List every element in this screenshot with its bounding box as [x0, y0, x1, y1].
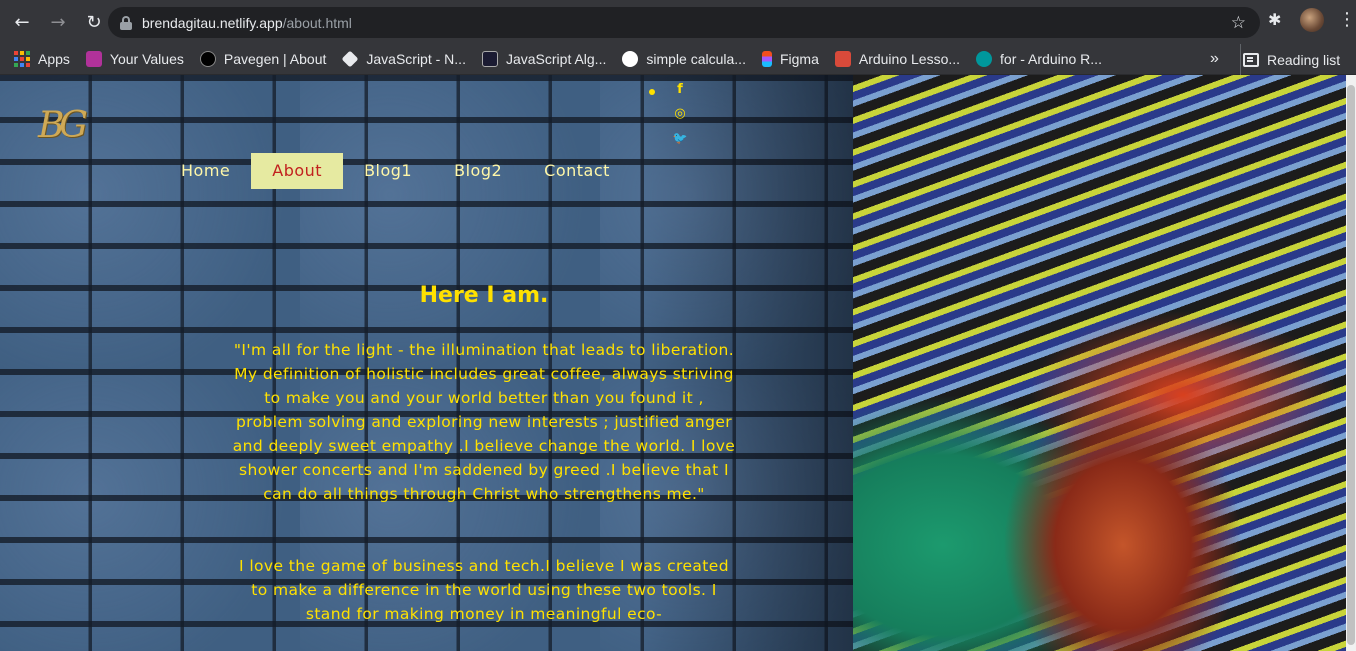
page-scrollbar[interactable]	[1346, 75, 1356, 651]
address-bar[interactable]: brendagitau.netlify.app/about.html ☆	[108, 7, 1260, 38]
page-title: Here I am.	[419, 283, 549, 308]
page-viewport: BG f ◎ 🐦 Home About Blog1 Blog2 Contact …	[0, 75, 1356, 651]
extensions-puzzle-icon[interactable]: ✱	[1268, 11, 1286, 29]
codepen-favicon-icon	[622, 51, 639, 67]
bookmark-apps[interactable]: Apps	[14, 51, 70, 67]
algo-favicon-icon	[481, 51, 498, 67]
reading-list-button[interactable]: Reading list	[1240, 44, 1340, 75]
nav-about[interactable]: About	[251, 153, 344, 189]
lock-icon[interactable]	[120, 15, 132, 30]
about-paragraph-2: I love the game of business and tech.I b…	[239, 557, 729, 623]
values-favicon-icon	[85, 51, 102, 67]
reload-icon: ↻	[86, 11, 102, 33]
bookmarks-bar: Apps Your Values Pavegen | About JavaScr…	[0, 44, 1356, 75]
bookmark-star-icon[interactable]: ☆	[1231, 13, 1246, 33]
bookmark-figma[interactable]: Figma	[761, 51, 819, 67]
bookmark-javascript-n[interactable]: JavaScript - N...	[341, 50, 466, 68]
arduino-favicon-icon	[976, 51, 993, 67]
url-text[interactable]: brendagitau.netlify.app/about.html	[142, 15, 352, 31]
about-content: Here I am. "I'm all for the light - the …	[232, 283, 736, 651]
bookmark-arduino-lesson[interactable]: Arduino Lesso...	[834, 51, 960, 67]
forward-button[interactable]: →	[42, 6, 74, 38]
main-nav: Home About Blog1 Blog2 Contact	[160, 153, 631, 189]
nav-contact[interactable]: Contact	[523, 153, 631, 189]
pavegen-favicon-icon	[199, 51, 216, 67]
back-button[interactable]: ←	[6, 6, 38, 38]
profile-avatar[interactable]	[1300, 8, 1324, 32]
arduino-lesson-favicon-icon	[834, 51, 851, 67]
bookmark-javascript-alg[interactable]: JavaScript Alg...	[481, 51, 606, 67]
reload-button[interactable]: ↻	[78, 6, 110, 38]
nav-blog1[interactable]: Blog1	[343, 153, 433, 189]
facebook-icon[interactable]: f	[672, 82, 688, 98]
nav-blog2[interactable]: Blog2	[433, 153, 523, 189]
nav-home[interactable]: Home	[160, 153, 251, 189]
figma-favicon-icon	[761, 51, 772, 67]
arrow-right-icon: →	[50, 11, 66, 33]
scrollbar-thumb[interactable]	[1347, 85, 1355, 645]
twitter-icon[interactable]: 🐦	[672, 130, 688, 146]
social-links: f ◎ 🐦	[640, 79, 690, 149]
bookmark-simple-calculator[interactable]: simple calcula...	[622, 51, 746, 67]
bookmark-pavegen[interactable]: Pavegen | About	[199, 51, 326, 67]
list-bullet	[649, 89, 655, 95]
portrait-image	[853, 75, 1356, 651]
more-bookmarks-chevron-icon[interactable]: »	[1210, 50, 1219, 68]
instagram-icon[interactable]: ◎	[672, 106, 688, 122]
apps-grid-icon	[14, 51, 30, 67]
js-favicon-icon	[341, 50, 359, 68]
bookmark-arduino-r[interactable]: for - Arduino R...	[976, 51, 1102, 67]
about-paragraph-1: "I'm all for the light - the illuminatio…	[232, 341, 736, 503]
menu-kebab-icon[interactable]: ⋮	[1338, 11, 1356, 29]
site-logo[interactable]: BG	[38, 105, 88, 146]
reading-list-icon	[1243, 52, 1259, 67]
bookmark-your-values[interactable]: Your Values	[85, 51, 184, 67]
arrow-left-icon: ←	[14, 11, 30, 33]
browser-toolbar: ← → ↻ brendagitau.netlify.app/about.html…	[0, 0, 1356, 44]
